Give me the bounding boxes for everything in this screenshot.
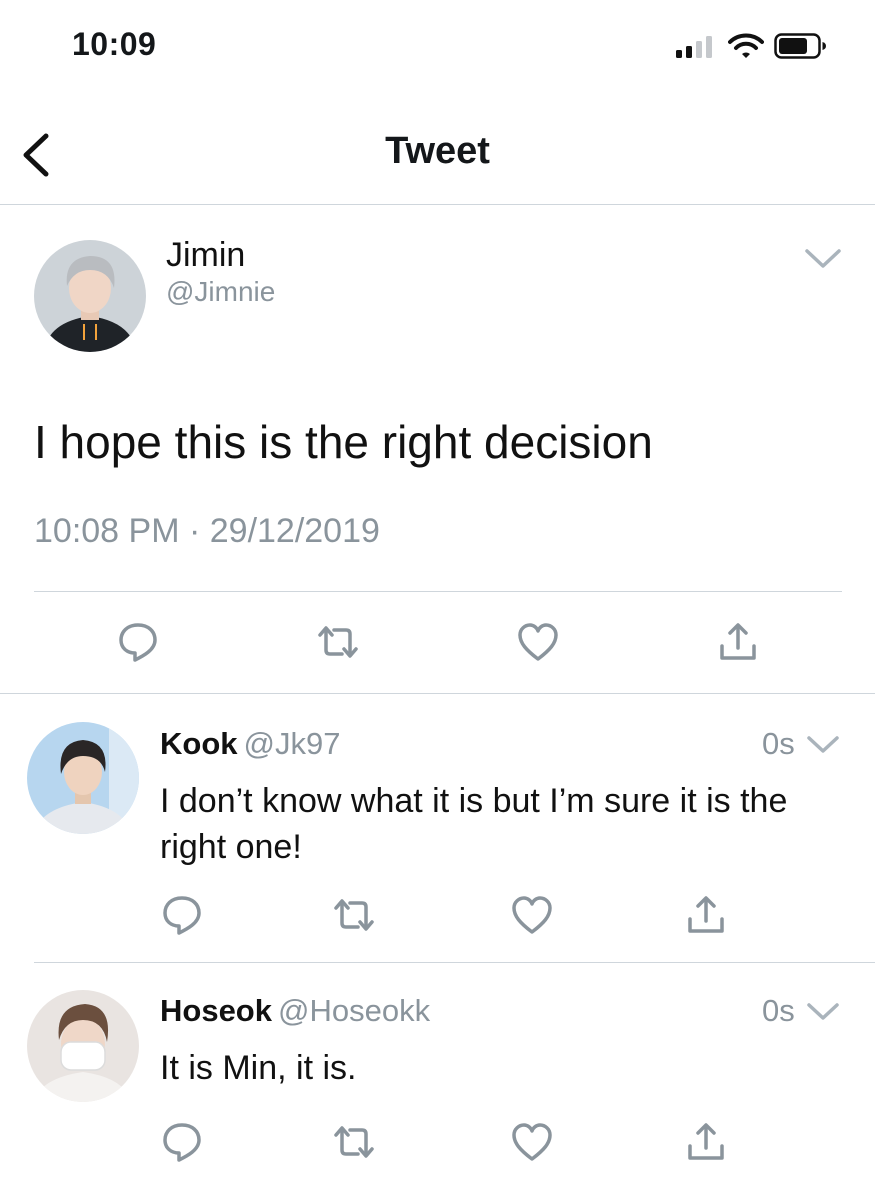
back-arrow-icon[interactable] <box>16 130 56 180</box>
retweet-icon[interactable] <box>332 893 376 937</box>
reply-time: 0s <box>762 993 795 1028</box>
share-icon[interactable] <box>684 893 728 937</box>
avatar[interactable] <box>27 722 139 834</box>
tweet-timestamp[interactable]: 10:08 PM · 29/12/2019 <box>34 512 380 551</box>
page-title: Tweet <box>385 130 490 172</box>
divider <box>34 962 875 963</box>
share-icon[interactable] <box>716 620 760 664</box>
reply-author-name[interactable]: Kook <box>160 726 238 761</box>
retweet-icon[interactable] <box>316 620 360 664</box>
heart-icon[interactable] <box>510 893 554 937</box>
status-bar-time: 10:09 <box>72 26 157 62</box>
heart-icon[interactable] <box>510 1120 554 1164</box>
reply-author-handle[interactable]: @Hoseokk <box>278 993 430 1028</box>
reply-author-name[interactable]: Hoseok <box>160 993 272 1028</box>
tweet-author-handle[interactable]: @Jimnie <box>166 276 275 308</box>
heart-icon[interactable] <box>516 620 560 664</box>
reply-author-handle[interactable]: @Jk97 <box>244 726 341 761</box>
chevron-down-icon[interactable] <box>804 245 842 273</box>
nav-divider <box>0 204 875 205</box>
avatar[interactable] <box>27 990 139 1102</box>
reply-header: Kook @Jk97 <box>160 726 340 762</box>
reply-icon[interactable] <box>160 1120 204 1164</box>
retweet-icon[interactable] <box>332 1120 376 1164</box>
reply-icon[interactable] <box>116 620 160 664</box>
divider <box>34 591 842 592</box>
reply-time: 0s <box>762 726 795 761</box>
cellular-signal-icon <box>676 34 716 58</box>
reply-text: It is Min, it is. <box>160 1049 357 1087</box>
chevron-down-icon[interactable] <box>806 999 840 1025</box>
chevron-down-icon[interactable] <box>806 732 840 758</box>
tweet-text: I hope this is the right decision <box>34 416 653 468</box>
avatar[interactable] <box>34 240 146 352</box>
share-icon[interactable] <box>684 1120 728 1164</box>
reply-text: I don’t know what it is but I’m sure it … <box>160 782 788 866</box>
tweet-author-name[interactable]: Jimin <box>166 236 245 275</box>
wifi-icon <box>728 32 764 60</box>
reply-icon[interactable] <box>160 893 204 937</box>
battery-icon <box>774 33 828 59</box>
divider <box>0 693 875 694</box>
reply-header: Hoseok @Hoseokk <box>160 993 430 1029</box>
